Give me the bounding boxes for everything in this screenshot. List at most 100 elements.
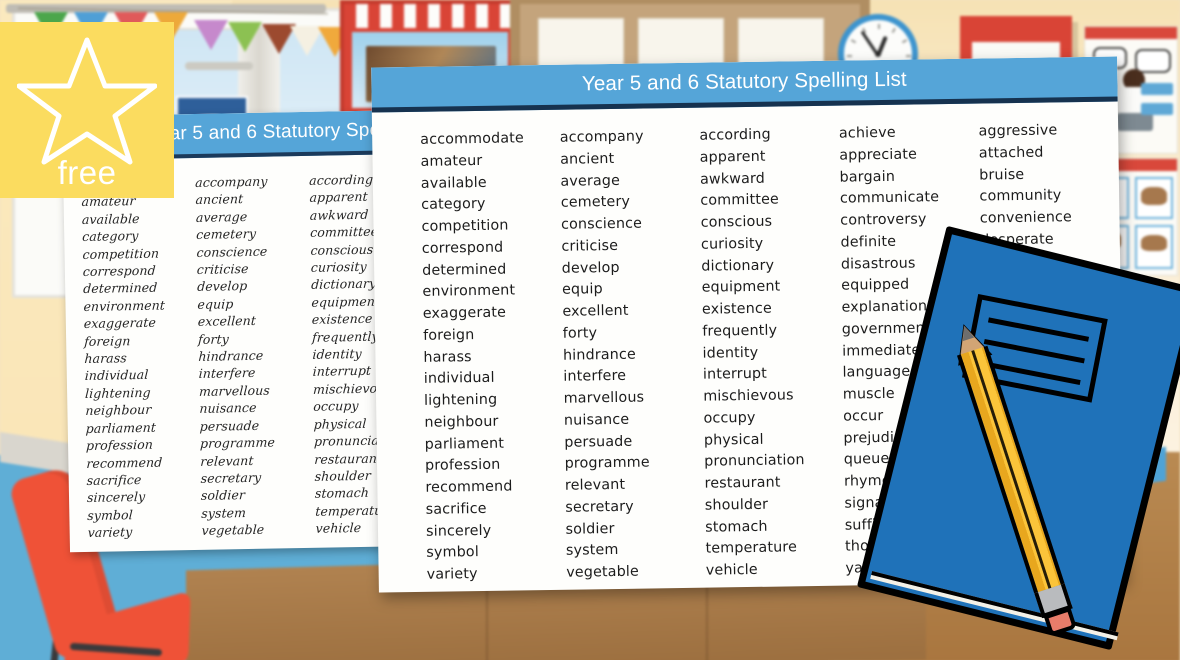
spelling-word: existence: [701, 300, 772, 318]
bunting-flag: [194, 20, 228, 50]
spelling-word: foreign: [83, 332, 131, 349]
board-strip: [185, 62, 253, 70]
spelling-word: occupy: [703, 409, 756, 427]
spelling-word: hindrance: [562, 346, 637, 364]
spelling-word: cemetery: [560, 193, 631, 212]
spelling-word: physical: [703, 431, 764, 449]
spelling-word: parliament: [85, 419, 157, 436]
spelling-word: vegetable: [566, 563, 640, 581]
spelling-word: relevant: [564, 476, 626, 494]
spelling-word: vegetable: [201, 521, 265, 539]
spelling-word: individual: [84, 367, 149, 384]
spelling-word: nuisance: [199, 400, 258, 417]
spelling-word: determined: [422, 261, 507, 279]
spelling-word: system: [565, 542, 619, 559]
spelling-word: competition: [82, 245, 160, 262]
spelling-word: develop: [561, 259, 620, 277]
spelling-word: symbol: [426, 544, 479, 562]
spelling-word: pronunciation: [704, 452, 805, 470]
spelling-word: mischievous: [703, 387, 794, 405]
spelling-word: bruise: [979, 166, 1025, 184]
word-column: accompany ancient average cemetery conscienc…: [195, 172, 316, 540]
poster-blue-bar: [1141, 83, 1173, 95]
spelling-word: lightening: [423, 391, 498, 409]
illustration-child-legs: [1117, 113, 1153, 131]
clock-tick: [850, 39, 857, 44]
spelling-word: interfere: [563, 368, 627, 385]
spelling-word: stomach: [705, 518, 768, 536]
spelling-word: curiosity: [700, 235, 764, 253]
spelling-word: available: [420, 174, 487, 192]
illustration-dog: [1141, 235, 1167, 251]
spelling-word: recommend: [425, 478, 513, 496]
spelling-word: achieve: [838, 124, 896, 142]
spelling-word: dictionary: [701, 257, 775, 275]
spelling-word: identity: [702, 344, 759, 362]
spelling-word: exaggerate: [83, 314, 157, 332]
spelling-word: harass: [423, 348, 472, 366]
spelling-word: persuade: [564, 433, 633, 451]
bunting-flag: [228, 22, 262, 52]
clock-center-pin: [875, 51, 881, 57]
spelling-word: apparent: [699, 148, 766, 166]
spelling-word: sacrifice: [425, 500, 487, 518]
spelling-word: persuade: [199, 417, 260, 434]
spelling-word: relevant: [200, 452, 254, 469]
spelling-word: forty: [197, 331, 230, 347]
label-line: [987, 317, 1090, 342]
spelling-word: accommodate: [420, 130, 525, 148]
spelling-word: average: [560, 172, 621, 190]
clock-tick: [878, 24, 880, 29]
spelling-word: profession: [85, 436, 154, 454]
spelling-word: excellent: [197, 313, 257, 330]
spelling-word: cemetery: [195, 226, 257, 243]
poster-front-title: Year 5 and 6 Statutory Spelling List: [581, 67, 907, 96]
spelling-word: sincerely: [425, 522, 492, 540]
word-column: accommodateamateuravailablecategorycompe…: [81, 174, 202, 542]
spelling-word: ancient: [195, 191, 244, 208]
spelling-word: recommend: [86, 454, 163, 471]
exercise-book: [856, 225, 1180, 651]
spelling-word: community: [979, 187, 1062, 205]
spelling-word: secretary: [565, 498, 634, 516]
spelling-word: according: [699, 126, 771, 144]
word-column: accommodateamateuravailablecategorycompe…: [420, 128, 566, 587]
spelling-word: programme: [199, 434, 276, 452]
spelling-word: parliament: [424, 435, 505, 453]
spelling-word: conscience: [196, 243, 268, 260]
clock-tick: [891, 27, 896, 34]
framed-picture-striped-top: [344, 4, 516, 28]
free-badge-label: free: [57, 154, 117, 191]
spelling-word: programme: [564, 454, 650, 472]
spelling-word: sincerely: [86, 489, 146, 506]
screenshot-canvas: Year 5 and 6 Statutory Spelling List acc…: [0, 0, 1180, 660]
spelling-word: variety: [87, 524, 133, 541]
spelling-word: soldier: [200, 487, 246, 504]
spelling-word: conscience: [560, 215, 643, 233]
spelling-word: neighbour: [85, 402, 152, 419]
spelling-word: frequently: [702, 322, 778, 340]
spelling-word: aggressive: [978, 122, 1058, 140]
spelling-word: profession: [424, 456, 501, 475]
spelling-word: committee: [700, 191, 780, 209]
spelling-word: category: [81, 228, 139, 245]
spelling-word: criticise: [561, 237, 619, 255]
spelling-word: exaggerate: [422, 304, 507, 322]
spelling-word: interfere: [198, 365, 256, 382]
spelling-word: ancient: [560, 150, 615, 168]
spelling-word: nuisance: [563, 411, 630, 429]
label-line: [983, 339, 1085, 364]
spelling-word: category: [421, 196, 486, 214]
spelling-word: environment: [422, 282, 516, 301]
spelling-word: vehicle: [705, 561, 758, 579]
spelling-word: system: [200, 504, 247, 521]
spelling-word: determined: [82, 280, 158, 297]
spelling-word: equip: [561, 281, 603, 299]
spelling-word: amateur: [420, 152, 483, 170]
spelling-word: forty: [562, 324, 598, 342]
free-badge[interactable]: free: [0, 22, 174, 198]
spelling-word: soldier: [565, 520, 615, 538]
poster-header-bar: [1085, 27, 1177, 39]
clock-tick: [847, 55, 852, 57]
spelling-word: foreign: [423, 326, 475, 344]
